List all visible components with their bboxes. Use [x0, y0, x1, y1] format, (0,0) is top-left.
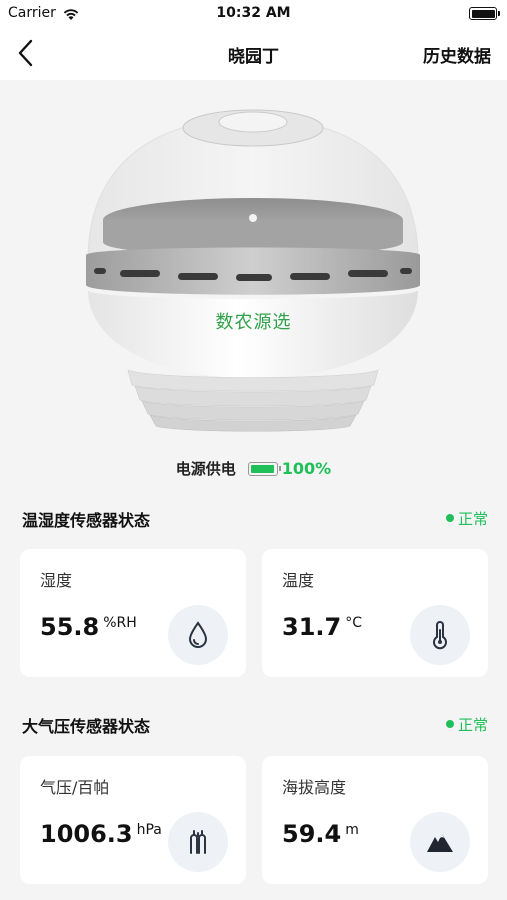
card-label: 海拔高度 [282, 778, 347, 797]
status-badge: 正常 [445, 714, 488, 735]
status-bar: Carrier 10:32 AM [0, 0, 507, 28]
temperature-unit: °C [345, 615, 362, 631]
mountain-icon [410, 812, 470, 872]
status-text: 正常 [457, 716, 488, 734]
humidity-card[interactable]: 湿度 55.8 %RH [20, 549, 246, 677]
pressure-card[interactable]: 气压/百帕 1006.3 hPa [20, 756, 246, 884]
card-label: 温度 [282, 571, 315, 590]
power-label: 电源供电 [175, 460, 236, 478]
status-text: 正常 [457, 510, 488, 528]
battery-level-icon [247, 461, 281, 476]
altitude-card[interactable]: 海拔高度 59.4 m [262, 756, 488, 884]
altitude-unit: m [345, 822, 359, 838]
nav-bar: 晓园丁 历史数据 [0, 28, 507, 80]
power-value: 100% [281, 459, 332, 478]
altitude-value: 59.4 [282, 820, 342, 848]
humidity-value: 55.8 [40, 613, 100, 641]
humidity-unit: %RH [103, 615, 137, 631]
card-label: 气压/百帕 [40, 778, 110, 797]
card-value: 31.7 °C [282, 613, 362, 641]
card-value: 55.8 %RH [40, 613, 137, 641]
card-value: 1006.3 hPa [40, 820, 162, 848]
status-badge: 正常 [445, 508, 488, 529]
battery-level-fill [250, 464, 274, 473]
pressure-value: 1006.3 [40, 820, 133, 848]
pressure-icon [168, 812, 228, 872]
pressure-section-header: 大气压传感器状态 正常 [22, 713, 488, 737]
status-dot-icon [445, 719, 454, 728]
pressure-unit: hPa [136, 822, 162, 838]
temp-humidity-section-header: 温湿度传感器状态 正常 [22, 507, 488, 531]
battery-icon [469, 7, 500, 20]
thermometer-icon [410, 605, 470, 665]
power-status: 电源供电 100% [0, 458, 507, 482]
card-label: 湿度 [40, 571, 73, 590]
section-title: 大气压传感器状态 [22, 717, 151, 736]
section-title: 温湿度传感器状态 [22, 511, 151, 530]
water-drop-icon [168, 605, 228, 665]
history-data-button[interactable]: 历史数据 [423, 42, 491, 67]
temperature-card[interactable]: 温度 31.7 °C [262, 549, 488, 677]
status-dot-icon [445, 513, 454, 522]
temperature-value: 31.7 [282, 613, 342, 641]
device-image: 数农源选 [0, 80, 507, 455]
card-value: 59.4 m [282, 820, 359, 848]
device-brand-text: 数农源选 [215, 312, 292, 333]
clock: 10:32 AM [216, 5, 291, 21]
